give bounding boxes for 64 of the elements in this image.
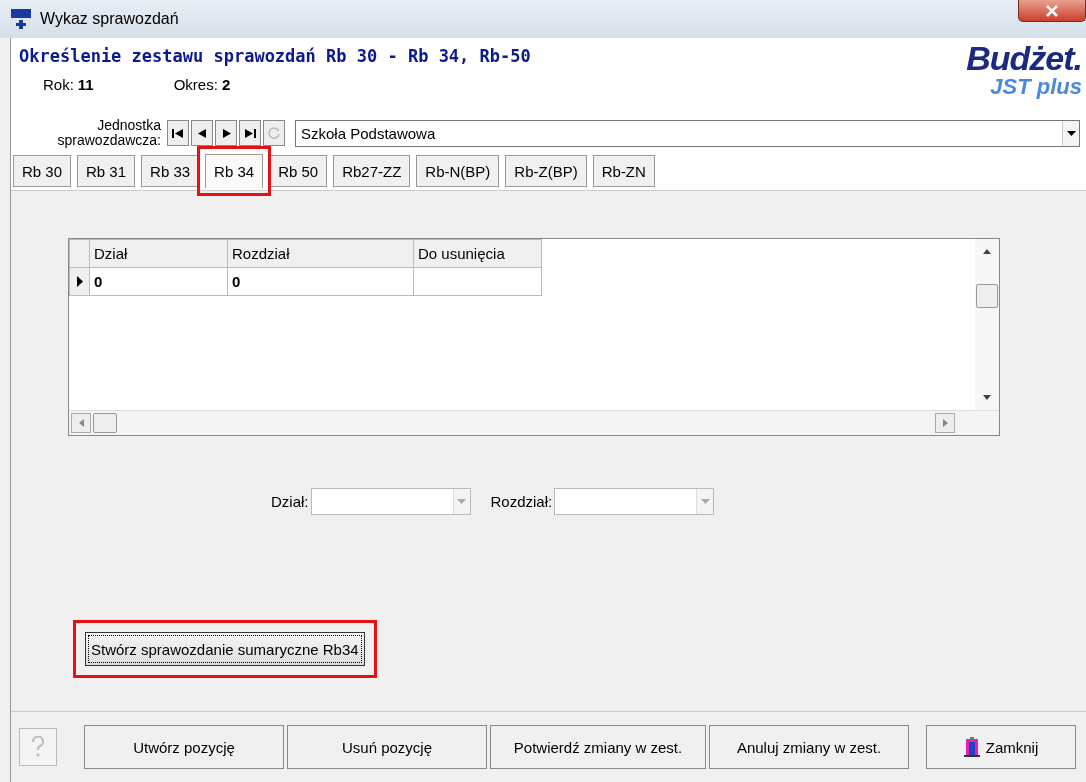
action-button[interactable]: Usuń pozycję: [287, 725, 487, 769]
unit-label: Jednostka sprawozdawcza:: [56, 118, 161, 148]
logo-text: Budżet.: [966, 40, 1082, 76]
filter-dropdown[interactable]: [554, 488, 715, 515]
form-title: Określenie zestawu sprawozdań Rb 30 - Rb 34, Rb-50: [19, 46, 532, 66]
filter-label: Rozdział:: [490, 493, 553, 510]
row-indicator[interactable]: [69, 267, 90, 296]
next-icon: [221, 128, 231, 138]
report-tab[interactable]: Rb 50: [269, 155, 328, 187]
scroll-left-icon: [78, 419, 84, 427]
action-button[interactable]: Potwierdź zmiany w zest.: [490, 725, 706, 769]
refresh-icon: [267, 126, 281, 140]
previous-button[interactable]: [191, 120, 213, 146]
action-button[interactable]: Anuluj zmiany w zest.: [709, 725, 909, 769]
year-value: 11: [77, 76, 94, 93]
window-title: Wykaz sprawozdań: [40, 10, 179, 28]
first-button[interactable]: [167, 120, 189, 146]
first-icon: [172, 128, 184, 138]
close-icon: [1045, 4, 1059, 17]
unit-dropdown[interactable]: Szkoła Podstawowa: [295, 119, 1080, 147]
year-label: Rok:: [43, 76, 74, 93]
scroll-thumb[interactable]: [93, 413, 117, 433]
action-button[interactable]: Utwórz pozycję: [84, 725, 284, 769]
close-dialog-button[interactable]: Zamknij: [926, 725, 1076, 769]
dropdown-arrow-icon: [700, 499, 710, 504]
last-button[interactable]: [239, 120, 261, 146]
column-header[interactable]: Rozdział: [227, 239, 414, 268]
current-row-icon: [76, 276, 83, 287]
scroll-right-button[interactable]: [935, 413, 955, 433]
close-button[interactable]: [1018, 0, 1086, 22]
help-icon: [31, 736, 45, 758]
scroll-up-icon: [983, 249, 991, 254]
dropdown-arrow-icon: [1066, 130, 1076, 136]
scroll-thumb[interactable]: [976, 284, 998, 308]
report-tab[interactable]: Rb27-ZZ: [333, 155, 411, 187]
door-icon: [963, 737, 980, 757]
dropdown-arrow-icon: [457, 499, 466, 504]
report-tab[interactable]: Rb 31: [77, 155, 136, 187]
report-tab[interactable]: Rb 33: [141, 155, 200, 187]
next-button[interactable]: [215, 120, 237, 146]
row-header: [69, 239, 90, 268]
previous-icon: [197, 128, 207, 138]
filter-label: Dział:: [271, 493, 309, 510]
report-tab[interactable]: Rb-ZN: [592, 155, 655, 187]
table-cell: 0: [89, 267, 228, 296]
horizontal-scrollbar[interactable]: [69, 410, 999, 435]
logo-subtext: JST plus: [990, 76, 1082, 98]
table-cell: 0: [227, 267, 414, 296]
column-header[interactable]: Dział: [89, 239, 228, 268]
app-icon: [10, 8, 32, 30]
column-header[interactable]: Do usunięcia: [413, 239, 542, 268]
period-value: 2: [221, 76, 231, 93]
period-label: Okres:: [173, 76, 218, 93]
report-tab[interactable]: Rb-N(BP): [416, 155, 500, 187]
help-button[interactable]: [19, 728, 57, 766]
summary-report-button[interactable]: Stwórz sprawozdanie sumaryczne Rb34: [85, 632, 365, 666]
report-tab[interactable]: Rb 30: [13, 155, 72, 187]
filter-dropdown[interactable]: [310, 488, 471, 515]
vertical-scrollbar[interactable]: [975, 239, 999, 410]
scroll-left-button[interactable]: [71, 413, 91, 433]
report-tab[interactable]: Rb-Z(BP): [505, 155, 587, 187]
scroll-right-icon: [942, 419, 948, 427]
scroll-down-icon: [983, 395, 991, 400]
last-icon: [244, 128, 256, 138]
